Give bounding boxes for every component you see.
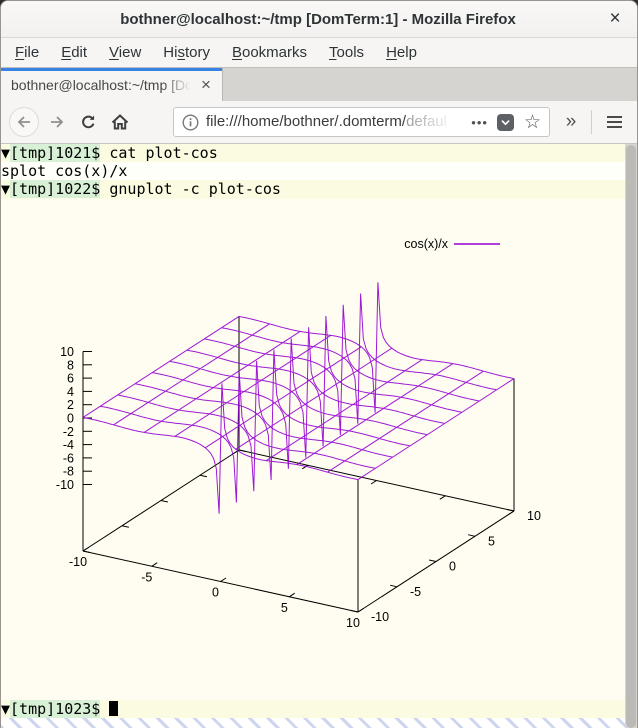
svg-text:0: 0 (449, 560, 456, 574)
menu-help[interactable]: Help (375, 40, 428, 65)
svg-text:10: 10 (60, 345, 74, 359)
active-tab-indicator (1, 68, 222, 71)
tab-label: bothner@localhost:~/tmp [DomTerm:1] (11, 76, 196, 94)
menu-edit[interactable]: Edit (50, 40, 98, 65)
fold-marker[interactable]: ▼ (1, 180, 10, 198)
command-text: cat plot-cos (100, 144, 217, 162)
fold-marker[interactable]: ▼ (1, 144, 10, 162)
window-title: bothner@localhost:~/tmp [DomTerm:1] - Mo… (33, 11, 603, 28)
prompt-space (100, 700, 109, 718)
terminal-cursor[interactable] (109, 701, 118, 716)
shell-prompt: [tmp]1022$ (10, 180, 100, 198)
home-icon (110, 112, 130, 132)
navigation-toolbar: file:///home/bothner/.domterm/defaul •••… (1, 101, 637, 144)
pocket-save-icon[interactable] (497, 114, 514, 131)
svg-text:0: 0 (67, 412, 74, 426)
home-button[interactable] (109, 111, 131, 133)
shell-prompt: [tmp]1021$ (10, 144, 100, 162)
overflow-chevron-icon[interactable]: » (558, 111, 584, 133)
svg-text:cos(x)/x: cos(x)/x (404, 237, 449, 251)
menubar: FileEditViewHistoryBookmarksToolsHelp (1, 38, 637, 67)
menu-history[interactable]: History (152, 40, 221, 65)
bookmark-star-icon[interactable]: ☆ (524, 113, 541, 132)
svg-text:10: 10 (527, 509, 541, 523)
svg-text:-5: -5 (141, 570, 152, 584)
gnuplot-surface-chart: 1086420-2-4-6-8-10-10-50510-10-50510cos(… (1, 199, 627, 661)
url-secondary: defaul (406, 113, 447, 130)
back-arrow-icon (15, 113, 33, 131)
svg-text:-2: -2 (63, 425, 74, 439)
domterm-terminal[interactable]: ▼[tmp]1021$ cat plot-cos splot cos(x)/x … (1, 144, 637, 728)
svg-text:-4: -4 (63, 438, 74, 452)
menu-file[interactable]: File (4, 40, 50, 65)
svg-text:-8: -8 (63, 465, 74, 479)
fold-marker[interactable]: ▼ (1, 700, 10, 718)
window-close-icon[interactable]: × (603, 7, 627, 31)
terminal-line-1: ▼[tmp]1021$ cat plot-cos (1, 144, 637, 162)
svg-text:-10: -10 (371, 610, 389, 624)
forward-button[interactable] (45, 110, 69, 134)
menu-tools[interactable]: Tools (318, 40, 375, 65)
svg-text:6: 6 (67, 372, 74, 386)
tab-close-icon[interactable]: × (196, 75, 216, 95)
terminal-line-3: ▼[tmp]1022$ gnuplot -c plot-cos (1, 180, 637, 198)
reload-icon (79, 113, 98, 132)
svg-text:10: 10 (346, 616, 360, 630)
shell-prompt: [tmp]1023$ (10, 700, 100, 718)
end-of-buffer-stripes (1, 718, 625, 728)
svg-text:5: 5 (281, 601, 288, 615)
svg-text:-6: -6 (63, 451, 74, 465)
output-text: splot cos(x)/x (1, 162, 127, 180)
reload-button[interactable] (77, 111, 99, 133)
scrollbar-thumb[interactable] (626, 145, 636, 728)
tab-domterm[interactable]: bothner@localhost:~/tmp [DomTerm:1] × (1, 68, 223, 101)
svg-text:-5: -5 (410, 585, 421, 599)
page-actions-icon[interactable]: ••• (471, 115, 488, 130)
svg-text:-10: -10 (56, 478, 74, 492)
svg-text:5: 5 (488, 534, 495, 548)
firefox-window: bothner@localhost:~/tmp [DomTerm:1] - Mo… (0, 0, 638, 728)
titlebar: bothner@localhost:~/tmp [DomTerm:1] - Mo… (1, 1, 637, 38)
menu-hamburger-icon[interactable] (599, 112, 629, 132)
terminal-prompt-line: ▼[tmp]1023$ (1, 700, 625, 718)
terminal-line-2: splot cos(x)/x (1, 162, 637, 180)
url-text[interactable]: file:///home/bothner/.domterm/defaul (206, 112, 467, 132)
url-bar[interactable]: file:///home/bothner/.domterm/defaul •••… (173, 107, 550, 137)
command-text: gnuplot -c plot-cos (100, 180, 281, 198)
svg-text:0: 0 (212, 586, 219, 600)
menu-view[interactable]: View (98, 40, 152, 65)
svg-text:-10: -10 (69, 555, 87, 569)
svg-text:2: 2 (67, 398, 74, 412)
menu-bookmarks[interactable]: Bookmarks (221, 40, 318, 65)
url-primary: file:///home/bothner/.domterm/ (206, 113, 406, 130)
tab-bar: bothner@localhost:~/tmp [DomTerm:1] × (1, 67, 637, 101)
page-info-icon[interactable] (182, 114, 199, 131)
svg-text:8: 8 (67, 358, 74, 372)
svg-text:4: 4 (67, 385, 74, 399)
forward-arrow-icon (48, 113, 66, 131)
toolbar-divider (591, 110, 592, 134)
back-button[interactable] (9, 107, 39, 137)
scrollbar[interactable] (625, 144, 637, 728)
